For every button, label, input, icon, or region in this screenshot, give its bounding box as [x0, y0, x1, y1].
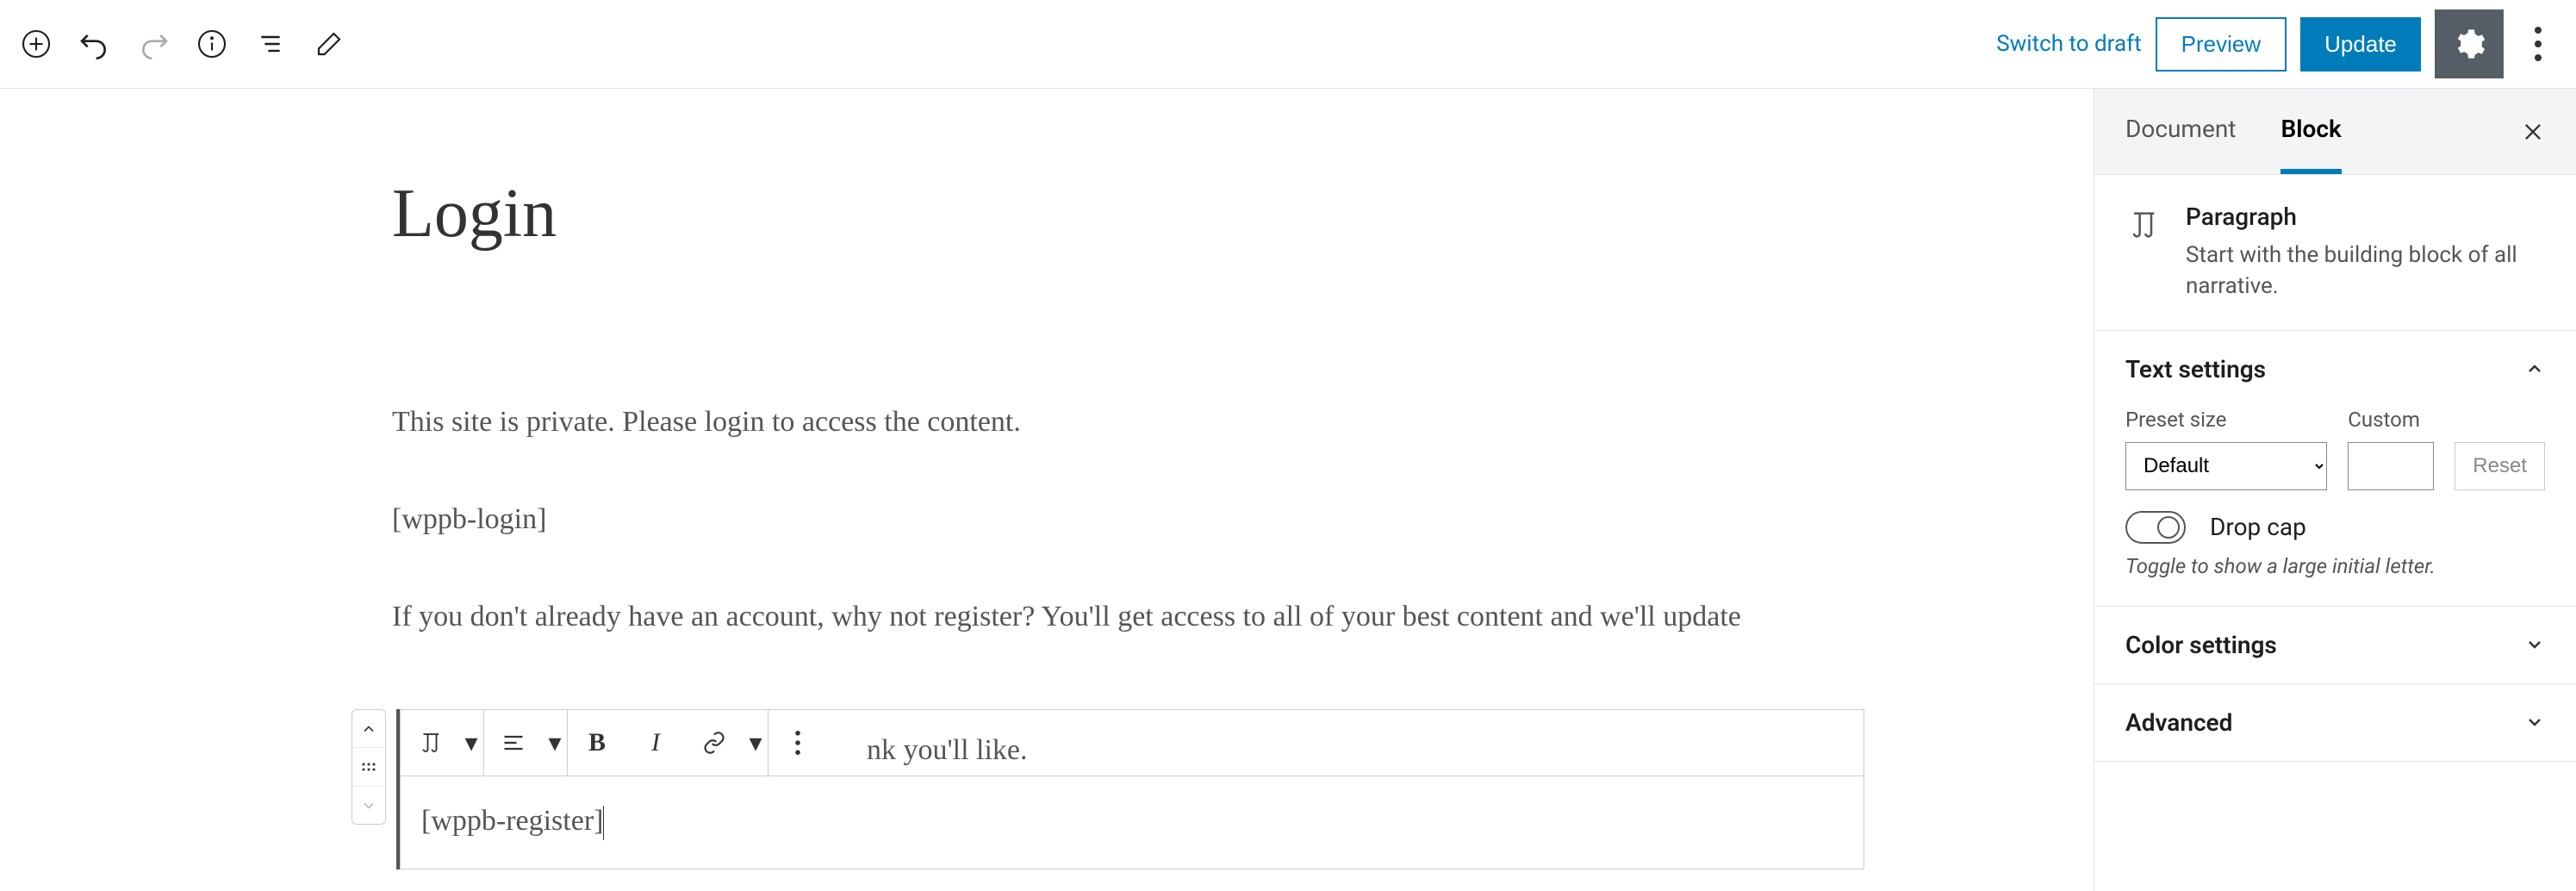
overflow-text: nk you'll like. [867, 734, 1028, 767]
more-format-dropdown[interactable]: ▾ [744, 710, 768, 776]
chevron-down-icon [2524, 634, 2545, 655]
drag-handle[interactable] [352, 748, 385, 786]
advanced-panel: Advanced [2094, 684, 2576, 762]
color-settings-panel: Color settings [2094, 607, 2576, 684]
undo-button[interactable] [69, 18, 121, 70]
advanced-toggle[interactable]: Advanced [2094, 684, 2576, 761]
panel-title: Color settings [2125, 631, 2277, 659]
block-description: Start with the building block of all nar… [2186, 240, 2545, 302]
color-settings-toggle[interactable]: Color settings [2094, 607, 2576, 683]
custom-size-input[interactable] [2348, 442, 2434, 490]
link-button[interactable] [685, 710, 744, 776]
text-settings-panel: Text settings Preset size Default Custom [2094, 331, 2576, 607]
text-settings-toggle[interactable]: Text settings [2094, 331, 2576, 408]
editor-top-bar: Switch to draft Preview Update [0, 0, 2576, 89]
editor-canvas: Login This site is private. Please login… [0, 89, 2094, 891]
panel-title: Advanced [2125, 708, 2232, 737]
switch-to-draft-button[interactable]: Switch to draft [1996, 31, 2141, 57]
tab-block[interactable]: Block [2280, 89, 2341, 174]
block-mover [352, 709, 386, 825]
paragraph-icon [2125, 202, 2160, 302]
align-dropdown[interactable]: ▾ [543, 710, 567, 776]
chevron-down-icon [2524, 712, 2545, 732]
paragraph-block[interactable]: This site is private. Please login to ac… [392, 400, 1779, 444]
change-block-type-group: ▾ [401, 710, 484, 776]
active-block-text: [wppb-register] [421, 805, 604, 840]
drop-cap-toggle[interactable] [2125, 511, 2186, 544]
text-cursor [603, 806, 604, 840]
add-block-button[interactable] [10, 18, 62, 70]
block-info-text: Paragraph Start with the building block … [2186, 202, 2545, 302]
redo-button[interactable] [128, 18, 179, 70]
preset-size-label: Preset size [2125, 408, 2327, 432]
toolbar-right: Switch to draft Preview Update [1996, 9, 2559, 78]
preset-size-select[interactable]: Default [2125, 442, 2327, 490]
align-group: ▾ [484, 710, 568, 776]
update-button[interactable]: Update [2300, 17, 2421, 72]
content-info-button[interactable] [186, 18, 238, 70]
custom-size-label: Custom [2348, 408, 2434, 432]
bold-button[interactable]: B [568, 710, 626, 776]
align-button[interactable] [484, 710, 543, 776]
move-block-up-button[interactable] [352, 710, 385, 748]
move-block-down-button[interactable] [352, 786, 385, 824]
page-title[interactable]: Login [392, 175, 1779, 253]
main-area: Login This site is private. Please login… [0, 89, 2576, 891]
italic-button[interactable]: I [626, 710, 685, 776]
block-toolbar-wrapper: ▾ ▾ B I ▾ [352, 709, 1864, 869]
settings-sidebar: Document Block Paragraph Start with the … [2094, 89, 2576, 891]
panel-title: Text settings [2125, 355, 2266, 383]
tab-document[interactable]: Document [2125, 89, 2236, 174]
block-name: Paragraph [2186, 202, 2545, 231]
block-navigation-button[interactable] [245, 18, 296, 70]
drop-cap-hint: Toggle to show a large initial letter. [2125, 554, 2545, 578]
settings-button[interactable] [2435, 9, 2504, 78]
format-group: B I ▾ [568, 710, 768, 776]
block-more-group [768, 710, 827, 776]
more-options-button[interactable] [2517, 9, 2559, 78]
preview-button[interactable]: Preview [2156, 17, 2287, 72]
close-sidebar-button[interactable] [2521, 120, 2545, 144]
active-block-container: ▾ ▾ B I ▾ [396, 709, 1864, 869]
chevron-up-icon [2524, 358, 2545, 379]
edit-tools-button[interactable] [303, 18, 355, 70]
sidebar-tabs: Document Block [2094, 89, 2576, 175]
reset-size-button[interactable]: Reset [2455, 442, 2545, 490]
block-type-dropdown[interactable]: ▾ [459, 710, 483, 776]
paragraph-block[interactable]: [wppb-login] [392, 497, 1779, 541]
block-more-options-button[interactable] [768, 710, 827, 776]
toolbar-left [10, 18, 355, 70]
drop-cap-label: Drop cap [2210, 513, 2306, 541]
text-settings-body: Preset size Default Custom Reset [2094, 408, 2576, 606]
active-paragraph-block[interactable]: [wppb-register] [400, 776, 1864, 869]
paragraph-block[interactable]: If you don't already have an account, wh… [392, 595, 1779, 639]
block-info-panel: Paragraph Start with the building block … [2094, 175, 2576, 331]
block-toolbar: ▾ ▾ B I ▾ [400, 709, 1864, 776]
editor-content: Login This site is private. Please login… [314, 175, 1779, 639]
block-type-button[interactable] [401, 710, 459, 776]
